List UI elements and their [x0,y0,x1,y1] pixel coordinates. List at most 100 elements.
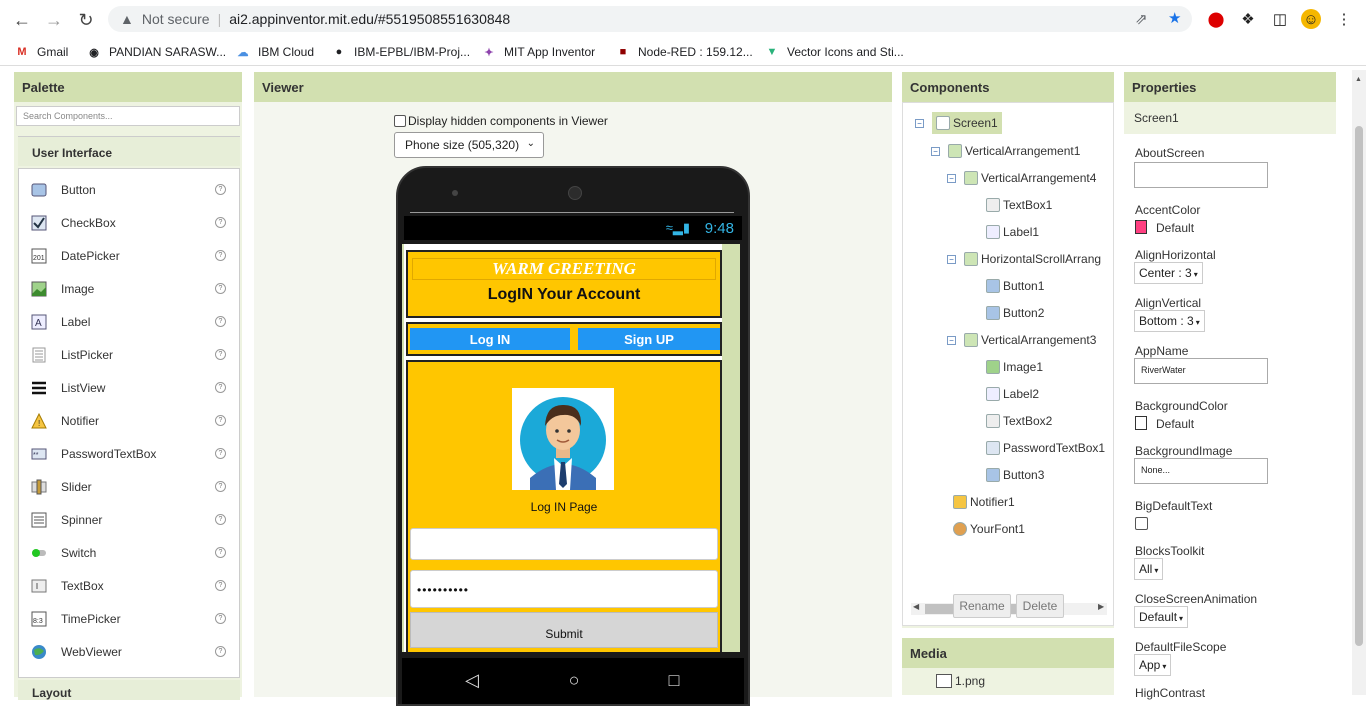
help-icon[interactable]: ? [215,316,226,327]
tree-node-image1[interactable]: Image1 [986,357,1043,377]
tree-node-passwordtextbox1[interactable]: PasswordTextBox1 [986,438,1105,458]
rename-button[interactable]: Rename [953,594,1011,618]
background-image-input[interactable]: None... [1134,458,1268,484]
bookmark-vector-icons[interactable]: ▼ Vector Icons and Sti... [764,43,904,61]
tree-node-button3[interactable]: Button3 [986,465,1044,485]
scroll-thumb[interactable] [1355,126,1363,646]
bookmark-node-red[interactable]: ■ Node-RED : 159.12... [615,43,753,61]
avatar[interactable] [512,388,614,490]
collapse-icon[interactable]: − [947,254,956,264]
align-vertical-select[interactable]: Bottom : 3 ▾ [1134,310,1205,332]
share-icon[interactable]: ⇗ [1135,10,1148,28]
blocks-toolkit-select[interactable]: All ▾ [1134,558,1164,580]
login-title-label[interactable]: LogIN Your Account [408,286,720,304]
tree-node-verticalarrangement3[interactable]: − VerticalArrangement3 [947,330,1096,350]
reload-icon[interactable]: ↻ [74,8,98,32]
tree-node-horizontalscroll[interactable]: − HorizontalScrollArrang [947,249,1101,269]
tree-node-verticalarrangement4[interactable]: − VerticalArrangement4 [947,168,1096,188]
palette-item-notifier[interactable]: ! Notifier? [19,404,239,437]
palette-item-slider[interactable]: Slider? [19,470,239,503]
collapse-icon[interactable]: − [931,146,940,156]
vertical-arrangement-3[interactable]: Log IN Page •••••••••• Submit [406,360,722,652]
accent-color-swatch[interactable] [1135,220,1147,234]
scroll-left-icon[interactable]: ◀ [913,602,919,611]
menu-icon[interactable]: ⋮ [1334,9,1354,29]
palette-item-checkbox[interactable]: CheckBox? [19,206,239,239]
bookmark-gmail[interactable]: M Gmail [14,43,68,61]
scroll-up-icon[interactable]: ▲ [1355,76,1362,83]
bookmark-ibm-epbl[interactable]: ● IBM-EPBL/IBM-Proj... [331,43,470,61]
help-icon[interactable]: ? [215,613,226,624]
media-file-item[interactable]: 1.png [936,674,985,688]
back-icon[interactable]: ← [10,8,34,32]
help-icon[interactable]: ? [215,514,226,525]
palette-item-webviewer[interactable]: WebViewer? [19,635,239,668]
big-default-text-checkbox[interactable] [1135,517,1148,530]
user-interface-section[interactable]: User Interface [18,136,240,166]
tree-node-verticalarrangement1[interactable]: − VerticalArrangement1 [931,141,1080,161]
tree-node-label1[interactable]: Label1 [986,222,1039,242]
help-icon[interactable]: ? [215,217,226,228]
help-icon[interactable]: ? [215,283,226,294]
signup-button[interactable]: Sign UP [578,328,720,350]
display-hidden-checkbox[interactable]: Display hidden components in Viewer [394,114,608,128]
help-icon[interactable]: ? [215,580,226,591]
help-icon[interactable]: ? [215,415,226,426]
help-icon[interactable]: ? [215,646,226,657]
palette-item-button[interactable]: Button? [19,173,239,206]
align-horizontal-select[interactable]: Center : 3 ▾ [1134,262,1203,284]
screen1-canvas[interactable]: WARM GREETING LogIN Your Account Log IN … [404,244,722,652]
palette-item-datepicker[interactable]: 201 DatePicker? [19,239,239,272]
palette-item-label[interactable]: A Label? [19,305,239,338]
bookmark-mit[interactable]: ✦ MIT App Inventor [481,43,595,61]
default-file-scope-select[interactable]: App ▾ [1134,654,1172,676]
horizontal-scroll-arrangement[interactable]: Log IN Sign UP [406,322,722,356]
tree-node-notifier1[interactable]: Notifier1 [953,492,1015,512]
palette-item-timepicker[interactable]: 8:3 TimePicker? [19,602,239,635]
palette-item-switch[interactable]: Switch? [19,536,239,569]
help-icon[interactable]: ? [215,349,226,360]
login-button[interactable]: Log IN [410,328,570,350]
collapse-icon[interactable]: − [947,173,956,183]
palette-item-passwordtextbox[interactable]: ** PasswordTextBox? [19,437,239,470]
password-textbox[interactable]: •••••••••• [410,570,718,608]
username-textbox[interactable] [410,528,718,560]
palette-item-listview[interactable]: ListView? [19,371,239,404]
sidebar-icon[interactable]: ◫ [1270,9,1290,29]
tree-node-label2[interactable]: Label2 [986,384,1039,404]
address-bar[interactable]: ▲ Not secure | ai2.appinventor.mit.edu/#… [108,6,1192,32]
collapse-icon[interactable]: − [947,335,956,345]
page-scrollbar[interactable]: ▲ [1352,70,1366,695]
accent-color-value[interactable]: Default [1156,221,1194,235]
tree-node-button2[interactable]: Button2 [986,303,1044,323]
help-icon[interactable]: ? [215,184,226,195]
phone-size-select[interactable]: Phone size (505,320) ⌄ [394,132,544,158]
palette-item-textbox[interactable]: TextBox? [19,569,239,602]
search-input[interactable]: Search Components... [16,106,240,126]
scroll-right-icon[interactable]: ▶ [1098,602,1104,611]
palette-item-image[interactable]: Image? [19,272,239,305]
background-color-swatch[interactable] [1135,416,1147,430]
background-color-value[interactable]: Default [1156,417,1194,431]
collapse-icon[interactable]: − [915,118,924,128]
extensions-icon[interactable]: ❖ [1238,9,1258,29]
opera-icon[interactable]: ⬤ [1206,9,1226,29]
layout-section[interactable]: Layout [18,680,240,700]
checkbox-box[interactable] [394,115,406,127]
app-name-input[interactable]: RiverWater [1134,358,1268,384]
tree-node-textbox1[interactable]: TextBox1 [986,195,1052,215]
url-text[interactable]: ai2.appinventor.mit.edu/#551950855163084… [229,11,510,27]
palette-item-spinner[interactable]: Spinner? [19,503,239,536]
submit-button[interactable]: Submit [410,612,718,648]
help-icon[interactable]: ? [215,250,226,261]
close-screen-animation-select[interactable]: Default ▾ [1134,606,1189,628]
bookmark-ibm-cloud[interactable]: ☁ IBM Cloud [235,43,315,61]
login-page-label[interactable]: Log IN Page [408,500,720,514]
help-icon[interactable]: ? [215,382,226,393]
help-icon[interactable]: ? [215,448,226,459]
tree-node-textbox2[interactable]: TextBox2 [986,411,1052,431]
delete-button[interactable]: Delete [1016,594,1064,618]
vertical-arrangement-1[interactable]: WARM GREETING LogIN Your Account [406,250,722,318]
star-icon[interactable]: ★ [1168,9,1181,27]
tree-node-button1[interactable]: Button1 [986,276,1044,296]
